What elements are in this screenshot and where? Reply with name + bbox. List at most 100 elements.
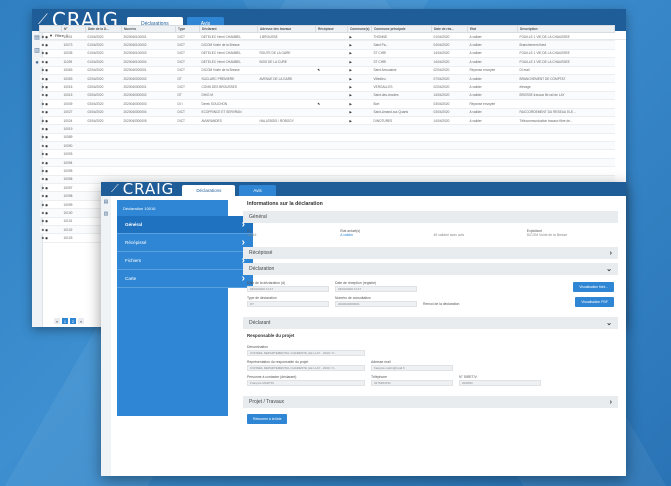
table-cell: 02/04/2020 — [85, 74, 122, 84]
sidebar-item-recepisse[interactable]: Récépissé › — [117, 234, 253, 252]
table-row[interactable]: ⚙ ◉ 10027 03/04/2020 2020040300004 DICT ECOPR… — [39, 108, 615, 117]
table-cell — [199, 158, 258, 168]
table-cell — [467, 133, 518, 143]
phone-field[interactable]: 0475484702 — [371, 380, 453, 386]
table-cell — [371, 158, 432, 168]
table-row[interactable]: ⚙ ◉ 10015 03/04/2020 2020040300002 DT DHIG M ▶… — [39, 91, 615, 101]
email-field[interactable]: françois.martin@mail.fr — [371, 365, 453, 371]
table-cell — [121, 166, 176, 176]
table-cell: 02/04/2020 — [85, 66, 122, 75]
table-cell — [199, 166, 258, 176]
table-row[interactable]: ⚙ ◉ 10016 03/04/2020 2020040300001 DICT CONN … — [39, 82, 615, 92]
table-cell: ⚙ ◉ — [39, 225, 62, 235]
document-icon[interactable]: ▥ — [104, 211, 109, 217]
section-declarant-header[interactable]: Déclarant ⌄ — [243, 317, 618, 329]
sidebar-item-general[interactable]: Général › — [117, 216, 253, 234]
table-cell: 10090 — [61, 141, 86, 151]
date-reception-field[interactable]: 03/04/2020 11:47 — [335, 286, 417, 292]
table-cell — [315, 49, 348, 59]
table-cell — [121, 133, 176, 143]
column-header[interactable]: Description — [517, 25, 615, 33]
pager-prev[interactable]: « — [54, 318, 60, 324]
column-header[interactable]: Déclarant — [199, 25, 258, 33]
pager-next[interactable]: » — [78, 318, 84, 324]
table-cell: DICT — [175, 116, 200, 126]
table-cell: ⚙ ◉ — [39, 133, 62, 143]
table-row[interactable]: ⚙ ◉ 10035 01/04/2020 2020040100003 DICT DETEL… — [39, 49, 615, 59]
table-cell: 2020040100004 — [121, 57, 176, 67]
column-header[interactable]: Date de la D... — [85, 25, 122, 33]
sidebar-item-carte[interactable]: Carte › — [117, 270, 253, 288]
column-header[interactable]: Type — [175, 25, 200, 33]
column-header[interactable]: Récépissé — [315, 25, 348, 33]
pager-page-1[interactable]: 1 — [62, 318, 68, 324]
table-row[interactable]: ⚙ ◉ 10090 — [39, 141, 615, 151]
section-projet-header[interactable]: Projet / Travaux › — [243, 396, 618, 408]
tab-declarations[interactable]: Déclarations — [182, 185, 236, 196]
table-cell: FOUILLE 1 VIE DE LA CHAUSSEE — [517, 57, 615, 67]
table-cell: Saint-des-droules — [371, 91, 432, 101]
table-cell: 2020040300005 — [121, 116, 176, 126]
view-pdf-button[interactable]: Visualisation PDF — [575, 297, 614, 307]
column-header[interactable] — [39, 25, 62, 33]
table-row[interactable]: ⚙ ◉ 10024 03/04/2020 2020040300005 DICT AVIAR… — [39, 116, 615, 126]
table-cell: ⚙ ◉ — [39, 166, 62, 176]
table-cell: HALLEBOIS / ROBOGY — [257, 116, 316, 126]
table-row[interactable]: ⚙ ◉ 10094 — [39, 158, 615, 168]
table-row[interactable]: ⚙ ◉ 10001 01/04/2020 2020040100001 DICT DETEL… — [39, 32, 615, 42]
table-row[interactable]: ⚙ ◉ 10093 — [39, 149, 615, 159]
pager-page-2[interactable]: 2 — [70, 318, 76, 324]
section-general-header[interactable]: Général — [243, 211, 618, 223]
column-header[interactable]: Date de réa... — [431, 25, 468, 33]
section-recepisse-header[interactable]: Récépissé › — [243, 247, 618, 259]
table-cell — [315, 32, 348, 42]
table-row[interactable]: ⚙ ◉ 10095 — [39, 166, 615, 176]
denomination-field[interactable]: CONSEIL DEPARTEMENTAL CHARENTE (LE LLAY … — [247, 350, 365, 356]
column-header[interactable]: N° — [61, 25, 86, 33]
chevron-right-icon: › — [609, 249, 612, 257]
table-cell: A valider — [467, 49, 518, 59]
date-declaration-field[interactable]: 03/04/2020 11:47 — [247, 286, 329, 292]
column-header[interactable]: Commune principale — [371, 25, 432, 33]
tab-avis[interactable]: Avis — [239, 185, 276, 196]
table-cell — [257, 91, 316, 101]
section-declaration-header[interactable]: Déclaration ⌄ — [243, 263, 618, 275]
table-cell: ⚙ ◉ — [39, 158, 62, 168]
sidebar-item-fichiers[interactable]: Fichiers › — [117, 252, 253, 270]
table-cell — [175, 141, 200, 151]
representant-field[interactable]: CONSEIL DEPARTEMENTAL CHARENTE (LE LLAY … — [247, 365, 365, 371]
view-file-button[interactable]: Visualisation fichi... — [573, 282, 614, 292]
table-row[interactable]: ⚙ ◉ 10053 02/04/2020 2020040200002 DT SUCLARC… — [39, 74, 615, 84]
contact-person-field[interactable]: François MARTIN — [247, 380, 365, 386]
siret-field[interactable]: 2020FR — [459, 380, 541, 386]
list-icon[interactable]: ▤ — [104, 199, 109, 205]
table-cell: Saint Pa... — [371, 40, 432, 50]
table-cell: AVIARANDES — [199, 116, 258, 126]
back-to-list-button[interactable]: Retourner à la liste — [247, 414, 288, 424]
table-cell — [257, 158, 316, 168]
column-header[interactable]: Commune(s) — [347, 25, 372, 33]
table-cell: 2020040200002 — [121, 74, 176, 84]
table-cell — [121, 149, 176, 159]
type-declaration-field[interactable]: DT — [247, 301, 329, 307]
column-header[interactable]: Adresse des travaux — [257, 25, 316, 33]
consultation-number-field[interactable]: 2020040300001 — [335, 301, 417, 307]
table-row[interactable]: ⚙ ◉ 10049 03/04/2020 2020040300003 DI I Derek… — [39, 99, 615, 109]
table-row[interactable]: ⚙ ◉ 11039 01/04/2020 2020040100004 DICT DETEL… — [39, 57, 615, 67]
table-cell — [431, 124, 468, 134]
table-cell — [257, 82, 316, 92]
table-cell — [315, 133, 348, 143]
table-row[interactable]: ⚙ ◉ 10019 — [39, 124, 615, 134]
column-header[interactable]: Etat — [467, 25, 518, 33]
table-row[interactable]: ⚙ ◉ 10073 01/04/2020 2020040100002 DICT DICOM… — [39, 40, 615, 50]
column-header[interactable]: Numéro — [121, 25, 176, 33]
table-cell: 10095 — [61, 166, 86, 176]
table-cell: ▶ — [347, 66, 372, 75]
table-cell — [257, 99, 316, 109]
table-cell: 10049 — [61, 99, 86, 109]
table-cell: 10001 — [61, 32, 86, 42]
table-cell: ⚙ ◉ — [39, 91, 62, 101]
table-row[interactable]: ⚙ ◉ 10063 02/04/2020 2020040200001 DICT DICOM… — [39, 66, 615, 75]
table-row[interactable]: ⚙ ◉ 10089 — [39, 133, 615, 143]
section-declaration-body: Date de la déclaration (d) 03/04/2020 11… — [243, 279, 618, 317]
